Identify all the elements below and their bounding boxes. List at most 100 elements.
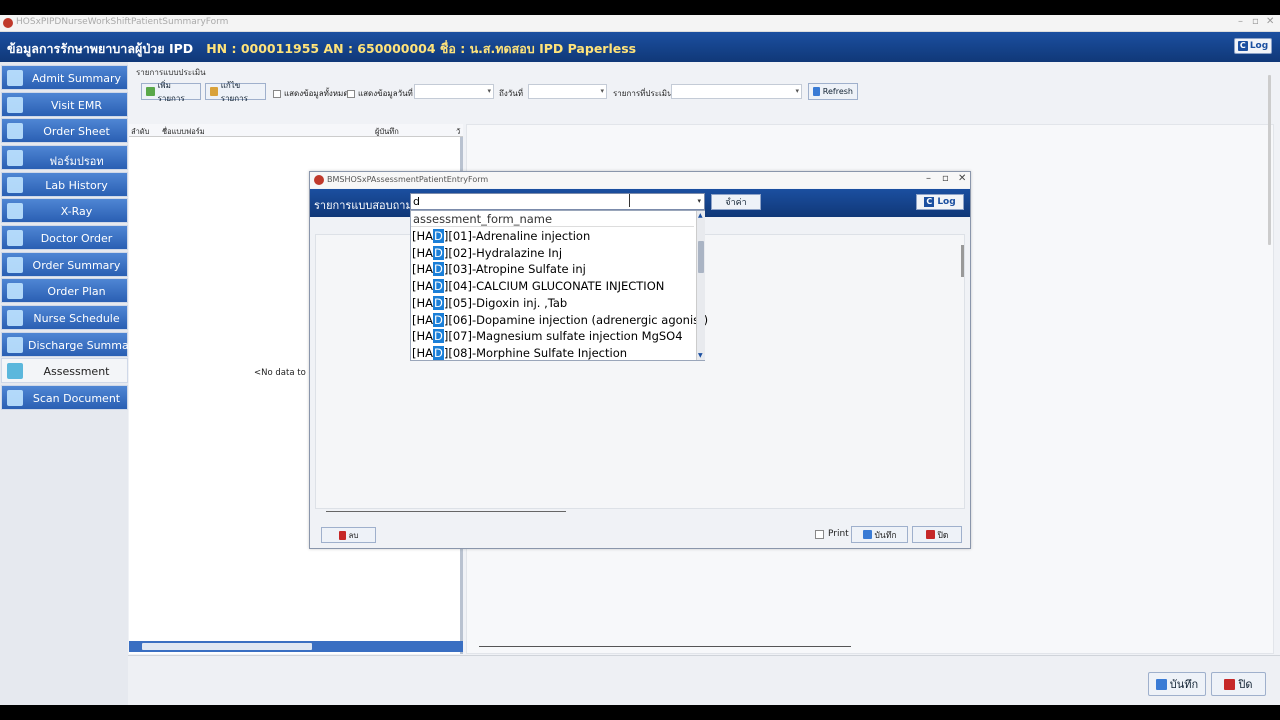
sidebar-item-nurse-schedule[interactable]: Nurse Schedule [1,305,128,330]
app-icon [3,18,13,28]
close-label: ปิด [937,530,949,541]
dropdown-item[interactable]: [HAD][03]-Atropine Sulfate inj [411,261,694,278]
to-date-field[interactable]: ▾ [528,84,607,99]
match-highlight: D [433,245,444,260]
sidebar-item-visit-emr[interactable]: Visit EMR [1,92,128,117]
checklist-icon [7,257,23,273]
sidebar-item-lab-history[interactable]: Lab History [1,172,128,197]
sidebar-item-thermometer-form[interactable]: ฟอร์มปรอท [1,145,128,170]
item-prefix: [HA [412,229,434,243]
dialog-title: BMSHOSxPAssessmentPatientEntryForm [327,175,489,184]
log-icon: C [924,197,935,207]
match-highlight: D [433,295,444,310]
from-date-field[interactable]: ▾ [414,84,494,99]
sidebar-item-xray[interactable]: X-Ray [1,198,128,223]
dropdown-item[interactable]: [HAD][04]-CALCIUM GLUCONATE INJECTION [411,278,694,295]
close-window-button[interactable]: ✕ [1266,16,1274,27]
assessment-toolbar: เพิ่มรายการ แก้ไขรายการ แสดงข้อมูลทั้งหม… [136,81,1276,103]
show-date-label: แสดงข้อมูลวันที่ [358,89,413,98]
dialog-minimize-button[interactable]: – [926,173,931,184]
assessment-filter-label: รายการที่ประเมิน [613,89,673,98]
match-highlight: D [433,229,444,243]
column-header[interactable]: ผู้บันทึก [375,126,399,138]
sidebar: Admit Summary Visit EMR Order Sheet ฟอร์… [0,62,140,705]
section-label: รายการแบบประเมิน [136,68,206,77]
dropdown-item[interactable]: [HAD][07]-Magnesium sulfate injection Mg… [411,328,694,345]
search-value: d [413,195,420,208]
window-titlebar: HOSxPIPDNurseWorkShiftPatientSummaryForm… [0,15,1280,32]
questionnaire-label: รายการแบบสอบถาม [314,199,413,212]
column-header[interactable]: ลำดับ [131,126,149,138]
item-prefix: [HA [412,245,434,260]
match-highlight: D [433,262,444,277]
dialog-log-button[interactable]: C Log [916,194,964,210]
clock-icon [7,310,23,326]
dialog-vertical-scrollbar[interactable] [961,245,964,277]
minimize-button[interactable]: – [1238,16,1243,27]
dropdown-scrollbar[interactable]: ▲ ▼ [696,211,705,360]
sidebar-item-label: Visit EMR [50,99,103,112]
remember-button[interactable]: จำค่า [711,194,761,210]
scrollbar-thumb[interactable] [698,241,704,273]
sidebar-item-assessment[interactable]: Assessment [1,358,128,383]
sidebar-item-order-summary[interactable]: Order Summary [1,252,128,277]
refresh-button[interactable]: Refresh [808,83,858,100]
sidebar-item-order-sheet[interactable]: Order Sheet [1,118,128,143]
sidebar-item-doctor-order[interactable]: Doctor Order [1,225,128,250]
dropdown-item[interactable]: [HAD][01]-Adrenaline injection [411,228,694,245]
sidebar-item-order-plan[interactable]: Order Plan [1,278,128,303]
show-all-checkbox[interactable]: แสดงข้อมูลทั้งหมด [273,87,349,100]
scroll-down-icon[interactable]: ▼ [698,352,703,359]
item-prefix: [HA [412,329,434,344]
dialog-close-action-button[interactable]: ปิด [912,526,962,543]
delete-button[interactable]: ลบ [321,527,376,543]
close-button[interactable]: ปิด [1211,672,1266,696]
scrollbar-thumb[interactable] [142,643,312,650]
close-icon [925,530,935,539]
column-header[interactable]: วั [456,126,460,138]
column-header[interactable]: ชื่อแบบฟอร์ม [162,126,205,138]
questionnaire-search-input[interactable]: d ▾ [410,193,705,210]
save-icon [862,530,872,539]
dialog-horizontal-scrollbar[interactable] [326,511,566,512]
sidebar-item-discharge-summary[interactable]: Discharge Summary [1,332,140,357]
dropdown-item[interactable]: [HAD][08]-Morphine Sulfate Injection [411,345,694,362]
sidebar-item-label: Scan Document [32,392,121,405]
letterbox-bottom [0,705,1280,720]
chevron-down-icon[interactable]: ▾ [697,194,701,209]
delete-label: ลบ [348,530,359,540]
log-button[interactable]: C Log [1234,38,1272,54]
sidebar-item-label: Discharge Summary [28,339,140,352]
edit-item-button[interactable]: แก้ไขรายการ [205,81,266,103]
sidebar-item-admit-summary[interactable]: Admit Summary [1,65,128,90]
dropdown-item[interactable]: [HAD][06]-Dopamine injection (adrenergic… [411,312,708,329]
print-checkbox[interactable]: Print [815,529,849,539]
checkbox-box [815,529,824,539]
match-highlight: D [433,312,444,327]
chevron-down-icon: ▾ [795,87,799,95]
add-item-button[interactable]: เพิ่มรายการ [141,81,201,103]
calendar-icon [7,283,23,299]
save-button[interactable]: บันทึก [1148,672,1206,696]
scan-icon [7,390,23,406]
maximize-button[interactable]: ▫ [1252,16,1259,27]
flask-icon [7,177,23,193]
letterbox-top [0,0,1280,15]
dialog-close-button[interactable]: ✕ [958,173,966,184]
assessment-filter-combo[interactable]: ▾ [671,84,802,99]
document-icon [7,70,23,86]
dialog-save-button[interactable]: บันทึก [851,526,908,543]
item-text: ][07]-Magnesium sulfate injection MgSO4 [443,329,683,344]
dropdown-item[interactable]: [HAD][02]-Hydralazine Inj [411,245,694,262]
app-icon [314,175,324,185]
save-label: บันทึก [1169,678,1199,691]
sidebar-item-label: X-Ray [60,205,93,218]
vertical-scrollbar[interactable] [1268,75,1271,245]
horizontal-scrollbar[interactable] [129,641,463,652]
scroll-up-icon[interactable]: ▲ [698,212,703,219]
close-label: ปิด [1238,678,1253,691]
dialog-maximize-button[interactable]: ▫ [942,173,949,184]
sidebar-item-scan-document[interactable]: Scan Document [1,385,128,410]
show-date-checkbox[interactable]: แสดงข้อมูลวันที่ [347,87,413,100]
dropdown-item[interactable]: [HAD][05]-Digoxin inj. ,Tab [411,295,694,312]
